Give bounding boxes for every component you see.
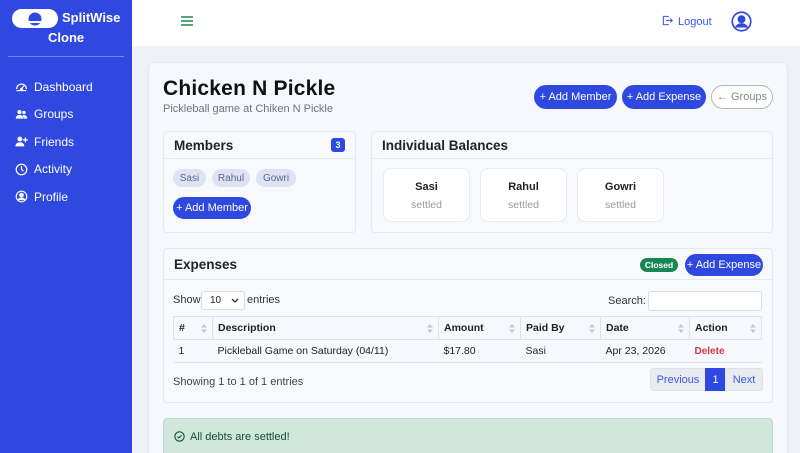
balance-card: Sasi settled xyxy=(383,168,470,222)
table-row: 1 Pickleball Game on Saturday (04/11) $1… xyxy=(173,339,762,363)
page-size-select[interactable]: 10 xyxy=(201,291,245,310)
entries-label: entries xyxy=(247,294,281,306)
members-count-badge: 3 xyxy=(331,138,345,152)
sidebar-item-label: Friends xyxy=(34,134,75,149)
column-header-description[interactable]: Description xyxy=(212,316,439,340)
cell-amount: $17.80 xyxy=(438,339,521,363)
brand[interactable]: SplitWise Clone xyxy=(8,0,124,57)
add-expense-button[interactable]: + Add Expense xyxy=(622,85,706,109)
pagination-page-1[interactable]: 1 xyxy=(705,368,726,391)
balance-member-name: Sasi xyxy=(415,181,438,193)
cell-description: Pickleball Game on Saturday (04/11) xyxy=(212,339,439,363)
cell-paid-by: Sasi xyxy=(520,339,601,363)
balance-card: Gowri settled xyxy=(577,168,664,222)
gauge-icon xyxy=(15,80,28,93)
sort-icon xyxy=(678,324,684,333)
logout-link[interactable]: Logout xyxy=(662,15,712,29)
balance-member-name: Rahul xyxy=(508,181,539,193)
sort-icon xyxy=(509,324,515,333)
sort-icon xyxy=(750,324,756,333)
sort-icon xyxy=(201,324,207,333)
page-subtitle: Pickleball game at Chiken N Pickle xyxy=(163,103,333,115)
expenses-heading: Expenses xyxy=(164,249,772,280)
members-panel: Members 3 Sasi Rahul Gowri + Add Member xyxy=(163,131,356,233)
brand-name: SplitWise xyxy=(62,10,121,25)
table-info: Showing 1 to 1 of 1 entries xyxy=(173,376,304,388)
sidebar-item-label: Profile xyxy=(34,189,69,204)
back-to-groups-button[interactable]: ← Groups xyxy=(711,85,773,109)
alert-message: All debts are settled! xyxy=(190,431,290,443)
hamburger-menu-icon[interactable] xyxy=(180,14,194,28)
balances-heading: Individual Balances xyxy=(372,132,772,159)
sidebar-item-label: Dashboard xyxy=(34,79,93,94)
member-chip[interactable]: Rahul xyxy=(212,169,250,187)
sidebar-item-profile[interactable]: Profile xyxy=(0,183,132,211)
sidebar-nav: Dashboard Groups Friends Activity Profil… xyxy=(0,73,132,211)
balance-card: Rahul settled xyxy=(480,168,567,222)
balances-panel: Individual Balances Sasi settled Rahul s… xyxy=(371,131,773,233)
column-header-date[interactable]: Date xyxy=(600,316,690,340)
page-size-value: 10 xyxy=(210,295,222,306)
page-title: Chicken N Pickle xyxy=(163,77,336,100)
search-input[interactable] xyxy=(648,291,762,311)
brand-name-suffix: Clone xyxy=(48,30,85,45)
sort-icon xyxy=(427,324,433,333)
sidebar-item-friends[interactable]: Friends xyxy=(0,128,132,156)
sidebar-item-groups[interactable]: Groups xyxy=(0,101,132,129)
show-label: Show xyxy=(173,294,201,306)
column-header-action[interactable]: Action xyxy=(689,316,762,340)
balance-status: settled xyxy=(605,199,636,211)
logout-icon xyxy=(662,15,678,29)
sidebar-item-activity[interactable]: Activity xyxy=(0,156,132,184)
cell-action: Delete xyxy=(689,339,762,363)
topbar: Logout xyxy=(132,0,800,46)
settled-alert: All debts are settled! xyxy=(163,418,773,453)
sidebar-item-label: Activity xyxy=(34,162,73,177)
expenses-add-expense-button[interactable]: + Add Expense xyxy=(685,254,763,276)
logout-label: Logout xyxy=(678,16,712,28)
sort-icon xyxy=(589,324,595,333)
chevron-down-icon xyxy=(231,298,239,303)
member-chip[interactable]: Sasi xyxy=(173,169,206,187)
sidebar-item-label: Groups xyxy=(34,107,74,122)
members-heading: Members 3 xyxy=(164,132,355,159)
expenses-status-badge: Closed xyxy=(640,258,678,272)
user-circle-icon xyxy=(15,190,28,203)
column-header-number[interactable]: # xyxy=(173,316,213,340)
column-header-amount[interactable]: Amount xyxy=(438,316,521,340)
add-member-button[interactable]: + Add Member xyxy=(534,85,617,109)
balance-member-name: Gowri xyxy=(604,181,637,193)
sidebar-item-dashboard[interactable]: Dashboard xyxy=(0,73,132,101)
members-title: Members xyxy=(174,137,234,153)
users-icon xyxy=(15,108,28,121)
pagination-next[interactable]: Next xyxy=(725,368,763,391)
cell-number: 1 xyxy=(173,339,213,363)
balance-status: settled xyxy=(508,199,539,211)
member-chip[interactable]: Gowri xyxy=(256,169,296,187)
user-plus-icon xyxy=(15,135,28,148)
expenses-title: Expenses xyxy=(174,256,238,272)
sidebar: SplitWise Clone Dashboard Groups Friends xyxy=(0,0,132,453)
user-avatar-icon[interactable] xyxy=(731,11,752,32)
table-header-row: # Description Amount Paid By Date Action xyxy=(173,316,762,340)
search-label: Search: xyxy=(608,295,646,307)
clock-icon xyxy=(15,163,28,176)
expenses-table: # Description Amount Paid By Date Action… xyxy=(173,316,762,363)
members-add-member-button[interactable]: + Add Member xyxy=(173,197,251,219)
balance-status: settled xyxy=(411,199,442,211)
column-header-paid-by[interactable]: Paid By xyxy=(520,316,601,340)
delete-expense-button[interactable]: Delete xyxy=(695,346,725,357)
balances-title: Individual Balances xyxy=(382,137,509,153)
check-circle-icon xyxy=(174,431,185,442)
brand-logo-icon xyxy=(12,9,58,28)
pagination-previous[interactable]: Previous xyxy=(650,368,706,391)
cell-date: Apr 23, 2026 xyxy=(600,339,690,363)
